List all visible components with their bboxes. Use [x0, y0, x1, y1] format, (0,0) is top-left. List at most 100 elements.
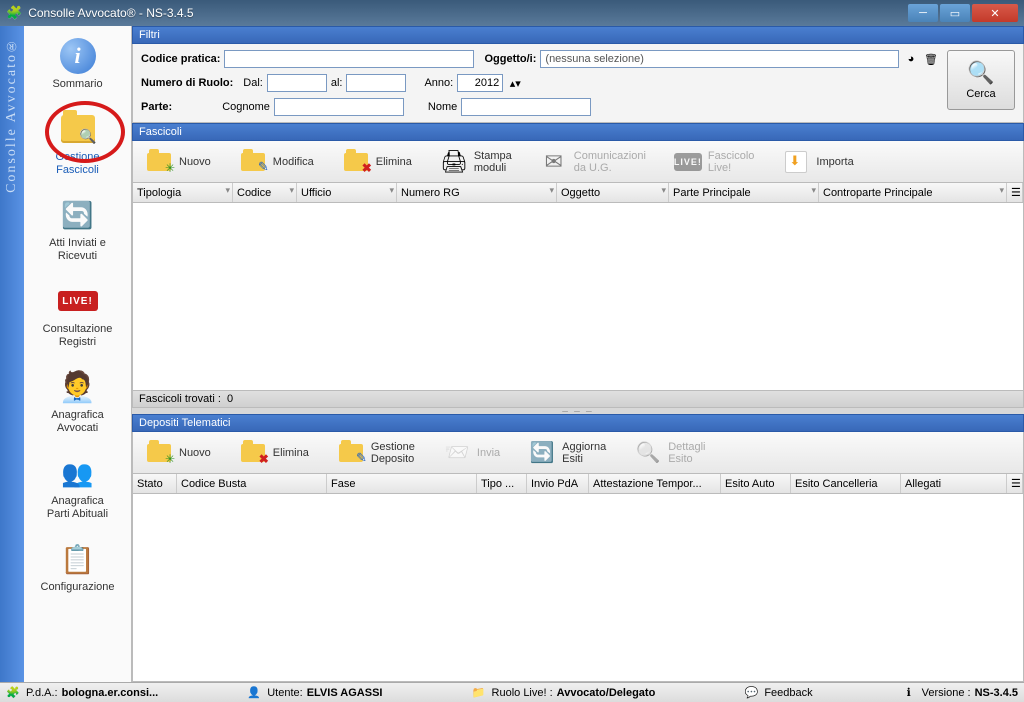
folder-edit-icon	[241, 153, 265, 171]
anno-label: Anno:	[424, 77, 453, 89]
filter-icon[interactable]: ▾	[661, 185, 666, 196]
users-icon: 👥	[61, 458, 93, 489]
info-icon: i	[60, 38, 96, 74]
folder-gear-icon	[339, 444, 363, 462]
col-numero-rg[interactable]: Numero RG▾	[397, 183, 557, 202]
ruolo-segment: Ruolo Live! : Avvocato/Delegato	[492, 687, 656, 699]
brand-text: Consolle Avvocato®	[4, 36, 20, 193]
nav-atti-inviati[interactable]: 🔄 Atti Inviati eRicevuti	[49, 195, 106, 263]
info-icon: ℹ	[902, 686, 916, 700]
filter-icon[interactable]: ▾	[225, 185, 230, 196]
depositi-nuovo-button[interactable]: Nuovo	[141, 437, 215, 469]
refresh-icon: 🔄	[530, 440, 555, 465]
import-icon	[785, 151, 807, 173]
fascicoli-importa-button[interactable]: Importa	[778, 146, 857, 178]
filter-icon[interactable]: ▾	[389, 185, 394, 196]
folder-new-icon	[147, 444, 171, 462]
anno-stepper-icon[interactable]: ▴▾	[507, 75, 523, 91]
depositi-grid-body[interactable]	[132, 494, 1024, 682]
depositi-invia-button[interactable]: 📨Invia	[439, 437, 504, 469]
nav-configurazione[interactable]: 📋 Configurazione	[41, 539, 115, 594]
depositi-aggiorna-button[interactable]: 🔄AggiornaEsiti	[524, 437, 610, 469]
col-picker[interactable]: ☰	[1007, 474, 1023, 493]
maximize-button[interactable]: ▭	[940, 4, 970, 22]
close-button[interactable]: ✕	[972, 4, 1018, 22]
nav-label: Configurazione	[41, 581, 115, 594]
nav-label: Atti Inviati eRicevuti	[49, 237, 106, 263]
depositi-elimina-button[interactable]: Elimina	[235, 437, 313, 469]
codice-pratica-input[interactable]	[224, 50, 474, 68]
oggetto-dropdown-icon[interactable]: ◕	[903, 51, 919, 67]
printer-icon: 🖨	[440, 149, 468, 175]
col-codice[interactable]: Codice▾	[233, 183, 297, 202]
parte-label: Parte:	[141, 101, 172, 113]
fascicoli-comunicazioni-button[interactable]: ✉Comunicazionida U.G.	[536, 146, 650, 178]
nav-consultazione-registri[interactable]: LIVE! ConsultazioneRegistri	[43, 281, 113, 349]
filter-icon[interactable]: ▾	[289, 185, 294, 196]
fascicoli-nuovo-button[interactable]: Nuovo	[141, 146, 215, 178]
cerca-button[interactable]: 🔍 Cerca	[947, 50, 1015, 110]
cerca-label: Cerca	[966, 88, 995, 100]
col-tipologia[interactable]: Tipologia▾	[133, 183, 233, 202]
nav-anagrafica-parti[interactable]: 👥 AnagraficaParti Abituali	[47, 453, 108, 521]
filter-icon[interactable]: ▾	[549, 185, 554, 196]
col-picker[interactable]: ☰	[1007, 183, 1023, 202]
nav-label: ConsultazioneRegistri	[43, 323, 113, 349]
window-title: Consolle Avvocato® - NS-3.4.5	[28, 6, 908, 20]
fascicoli-grid-header: Tipologia▾ Codice▾ Ufficio▾ Numero RG▾ O…	[132, 183, 1024, 203]
folder-delete-icon	[241, 444, 265, 462]
nav-sommario[interactable]: i Sommario	[52, 36, 102, 91]
nav-anagrafica-avvocati[interactable]: 🧑‍💼 AnagraficaAvvocati	[51, 367, 104, 435]
col-oggetto[interactable]: Oggetto▾	[557, 183, 669, 202]
nome-input[interactable]	[461, 98, 591, 116]
fascicoli-live-button[interactable]: LIVE!FascicoloLive!	[670, 146, 758, 178]
title-bar: 🧩 Consolle Avvocato® - NS-3.4.5 ─ ▭ ✕	[0, 0, 1024, 26]
col-allegati[interactable]: Allegati	[901, 474, 1007, 493]
fascicoli-grid-body[interactable]	[132, 203, 1024, 391]
fascicoli-modifica-button[interactable]: Modifica	[235, 146, 318, 178]
pda-segment: P.d.A.: bologna.er.consi...	[26, 687, 158, 699]
minimize-button[interactable]: ─	[908, 4, 938, 22]
feedback-icon: 💬	[744, 686, 758, 700]
col-codice-busta[interactable]: Codice Busta	[177, 474, 327, 493]
col-stato[interactable]: Stato	[133, 474, 177, 493]
filter-icon[interactable]: ▾	[999, 185, 1004, 196]
nav-gestione-fascicoli[interactable]: GestioneFascicoli	[55, 109, 99, 177]
depositi-gestione-button[interactable]: GestioneDeposito	[333, 437, 419, 469]
fascicoli-header: Fascicoli	[132, 123, 1024, 141]
al-input[interactable]	[346, 74, 406, 92]
col-tipo[interactable]: Tipo ...	[477, 474, 527, 493]
oggetto-clear-icon[interactable]: 🗑	[923, 51, 939, 67]
filters-header: Filtri	[132, 26, 1024, 44]
codice-pratica-label: Codice pratica:	[141, 53, 220, 65]
user-icon: 👤	[247, 686, 261, 700]
dal-input[interactable]	[267, 74, 327, 92]
utente-segment: Utente: ELVIS AGASSI	[267, 687, 382, 699]
fascicoli-toolbar: Nuovo Modifica Elimina 🖨Stampamoduli ✉Co…	[132, 141, 1024, 183]
feedback-link[interactable]: Feedback	[764, 687, 812, 699]
pda-icon: 🧩	[6, 686, 20, 700]
col-esito-cancelleria[interactable]: Esito Cancelleria	[791, 474, 901, 493]
col-esito-auto[interactable]: Esito Auto	[721, 474, 791, 493]
col-ufficio[interactable]: Ufficio▾	[297, 183, 397, 202]
col-invio-pda[interactable]: Invio PdA	[527, 474, 589, 493]
depositi-dettagli-button[interactable]: 🔍DettagliEsito	[630, 437, 709, 469]
nav-label: AnagraficaParti Abituali	[47, 495, 108, 521]
send-icon: 📨	[444, 440, 469, 465]
col-attestazione[interactable]: Attestazione Tempor...	[589, 474, 721, 493]
col-parte-principale[interactable]: Parte Principale▾	[669, 183, 819, 202]
folder-search-icon	[61, 115, 95, 143]
nav-label: Sommario	[52, 78, 102, 91]
fascicoli-stampa-button[interactable]: 🖨Stampamoduli	[436, 146, 516, 178]
col-fase[interactable]: Fase	[327, 474, 477, 493]
fascicoli-elimina-button[interactable]: Elimina	[338, 146, 416, 178]
anno-input[interactable]	[457, 74, 503, 92]
oggetto-select[interactable]: (nessuna selezione)	[540, 50, 899, 68]
dal-label: Dal:	[243, 77, 263, 89]
filter-icon[interactable]: ▾	[811, 185, 816, 196]
col-controparte[interactable]: Controparte Principale▾	[819, 183, 1007, 202]
folder-icon: 📁	[472, 686, 486, 700]
cognome-input[interactable]	[274, 98, 404, 116]
nav-label: AnagraficaAvvocati	[51, 409, 104, 435]
oggetto-label: Oggetto/i:	[484, 53, 536, 65]
